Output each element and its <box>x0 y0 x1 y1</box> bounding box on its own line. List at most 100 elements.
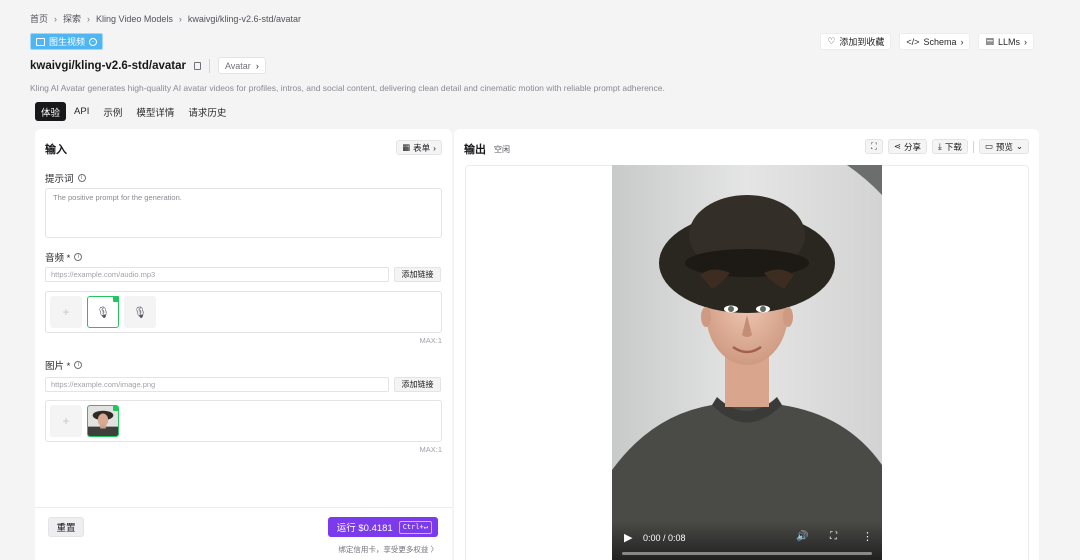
favorite-button[interactable]: ♡ 添加到收藏 <box>820 33 892 50</box>
video-frame-portrait <box>612 165 882 560</box>
prompt-label: 提示词 <box>45 174 74 185</box>
input-title: 输入 <box>45 144 67 156</box>
audio-label-row: 音频 * i <box>45 250 83 264</box>
model-type-badge[interactable]: 图生视频 - <box>30 33 104 50</box>
chevron-right-icon: › <box>433 142 436 153</box>
tab-playground[interactable]: 体验 <box>35 102 67 121</box>
output-title: 输出 <box>464 144 486 156</box>
divider <box>972 140 974 153</box>
schema-label: Schema <box>923 36 957 47</box>
audio-item[interactable]: 🎙 <box>124 296 156 328</box>
image-add-link-button[interactable]: 添加链接 <box>394 377 441 392</box>
selected-indicator <box>113 406 118 411</box>
audio-add-link-button[interactable]: 添加链接 <box>394 267 441 282</box>
run-label: 运行 $0.4181 <box>336 523 393 534</box>
breadcrumb-collection[interactable]: Kling Video Models <box>96 14 173 24</box>
breadcrumb-home[interactable]: 首页 <box>30 12 48 25</box>
form-button-label: 表单 <box>413 142 431 153</box>
share-label: 分享 <box>904 141 922 152</box>
chevron-down-icon: ⌄ <box>1015 141 1023 151</box>
audio-url-input[interactable]: https://example.com/audio.mp3 <box>45 267 389 282</box>
top-actions: ♡ 添加到收藏 </> Schema › ▤ LLMs › <box>820 33 1034 50</box>
model-tag-label: Avatar <box>224 60 251 71</box>
image-label-row: 图片 * i <box>45 358 83 372</box>
preview-label: 预览 <box>995 141 1013 152</box>
favorite-label: 添加到收藏 <box>839 37 885 47</box>
tab-model-details[interactable]: 模型详情 <box>130 102 180 121</box>
audio-item-selected[interactable]: 🎙 <box>87 296 119 328</box>
form-toggle-button[interactable]: ▦ 表单 › <box>396 140 442 155</box>
share-icon: ⋖ <box>893 141 902 151</box>
table-icon: ▦ <box>402 142 411 152</box>
image-label: 图片 * <box>45 361 71 372</box>
code-icon: </> <box>906 36 920 47</box>
chevron-right-icon: › <box>1024 36 1027 47</box>
image-add-button[interactable]: + <box>50 405 82 437</box>
copy-icon[interactable] <box>193 61 201 70</box>
download-label: 下载 <box>944 141 962 152</box>
plus-icon: + <box>62 305 70 319</box>
info-icon[interactable]: i <box>74 361 83 369</box>
status-badge: 空闲 <box>494 144 510 154</box>
run-button[interactable]: 运行 $0.4181 Ctrl+↵ <box>327 517 438 537</box>
video-icon: ▭ <box>984 141 993 151</box>
audio-max-count: MAX:1 <box>419 336 442 345</box>
image-upload-area: + <box>45 400 442 442</box>
tab-api[interactable]: API <box>68 102 95 121</box>
image-icon <box>36 37 45 46</box>
chevron-right-icon: › <box>54 13 58 24</box>
chevron-right-icon: › <box>178 13 182 24</box>
prompt-textarea[interactable]: The positive prompt for the generation. <box>45 188 442 238</box>
download-icon: ⤓ <box>938 141 942 151</box>
volume-icon[interactable]: 🔊 <box>796 531 808 542</box>
expand-icon: ⛶ <box>870 141 877 151</box>
prompt-label-row: 提示词 i <box>45 171 86 185</box>
breadcrumb-explore[interactable]: 探索 <box>63 12 81 25</box>
play-icon[interactable]: ▶ <box>624 531 632 544</box>
shortcut-hint: Ctrl+↵ <box>398 520 432 534</box>
model-header: kwaivgi/kling-v2.6-std/avatar Avatar › <box>30 57 266 74</box>
tab-bar: 体验 API 示例 模型详情 请求历史 <box>35 102 232 121</box>
divider <box>208 58 210 73</box>
reset-button[interactable]: 重置 <box>48 517 84 537</box>
info-icon[interactable]: i <box>74 253 83 261</box>
output-header: 输出 空闲 <box>464 141 510 157</box>
action-footer: 重置 运行 $0.4181 Ctrl+↵ 绑定信用卡，享受更多权益 〉 <box>35 507 452 560</box>
image-url-input[interactable]: https://example.com/image.png <box>45 377 389 392</box>
mic-icon: 🎙 <box>96 306 110 319</box>
tab-examples[interactable]: 示例 <box>97 102 128 121</box>
more-icon[interactable]: ⋮ <box>862 530 873 543</box>
fullscreen-icon[interactable]: ⛶ <box>830 531 837 542</box>
llms-button[interactable]: ▤ LLMs › <box>978 33 1034 50</box>
video-progress-track[interactable] <box>622 552 872 555</box>
preview-dropdown[interactable]: ▭ 预览 ⌄ <box>978 139 1029 154</box>
breadcrumb: 首页 › 探索 › Kling Video Models › kwaivgi/k… <box>30 12 301 25</box>
breadcrumb-current: kwaivgi/kling-v2.6-std/avatar <box>187 13 301 24</box>
audio-label: 音频 * <box>45 253 71 264</box>
tab-request-history[interactable]: 请求历史 <box>182 102 232 121</box>
model-tag[interactable]: Avatar › <box>217 57 266 74</box>
llms-label: LLMs <box>997 36 1020 47</box>
video-player[interactable]: ▶ 0:00 / 0:08 🔊 ⛶ ⋮ <box>612 165 882 560</box>
image-item-selected[interactable] <box>87 405 119 437</box>
video-time: 0:00 / 0:08 <box>643 533 686 543</box>
info-icon[interactable]: i <box>77 174 86 182</box>
selected-indicator <box>113 296 119 302</box>
plus-icon: + <box>62 414 70 428</box>
video-controls: ▶ 0:00 / 0:08 🔊 ⛶ ⋮ <box>612 520 882 560</box>
expand-button[interactable]: ⛶ <box>864 139 883 154</box>
chevron-right-icon: › <box>87 13 91 24</box>
schema-button[interactable]: </> Schema › <box>899 33 971 50</box>
model-description: Kling AI Avatar generates high-quality A… <box>30 83 665 93</box>
model-name: kwaivgi/kling-v2.6-std/avatar <box>30 59 186 72</box>
filter-icon: - <box>89 37 98 46</box>
model-type-label: 图生视频 <box>49 37 86 47</box>
audio-add-button[interactable]: + <box>50 296 82 328</box>
output-toolbar: ⛶ ⋖ 分享 ⤓ 下载 ▭ 预览 ⌄ <box>864 139 1029 154</box>
document-icon: ▤ <box>985 36 994 46</box>
share-button[interactable]: ⋖ 分享 <box>887 139 928 154</box>
download-button[interactable]: ⤓ 下载 <box>932 139 968 154</box>
credit-card-hint[interactable]: 绑定信用卡，享受更多权益 〉 <box>338 544 438 555</box>
chevron-right-icon: › <box>255 60 259 71</box>
input-panel: 输入 ▦ 表单 › 提示词 i The positive prompt for … <box>35 129 452 560</box>
